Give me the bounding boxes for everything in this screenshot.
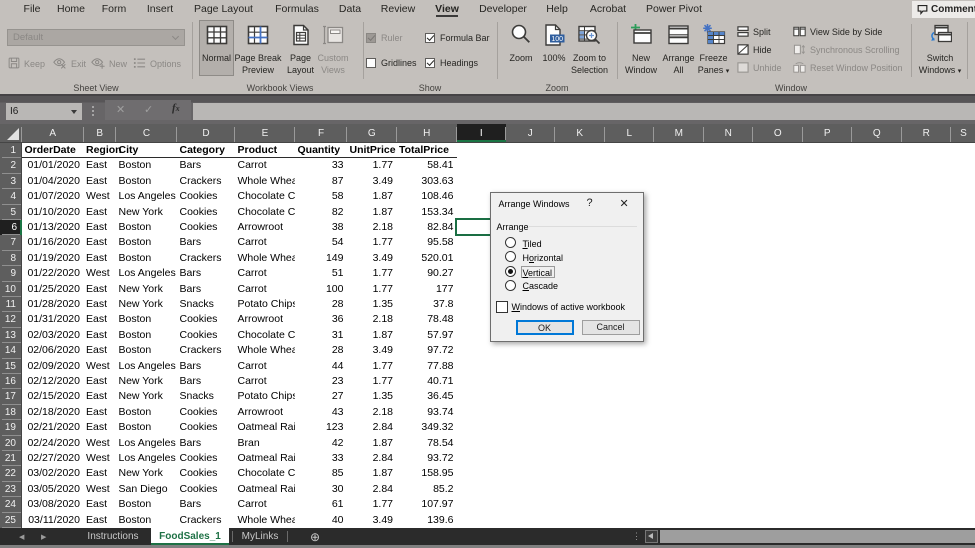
svg-text:100: 100 <box>551 36 563 43</box>
